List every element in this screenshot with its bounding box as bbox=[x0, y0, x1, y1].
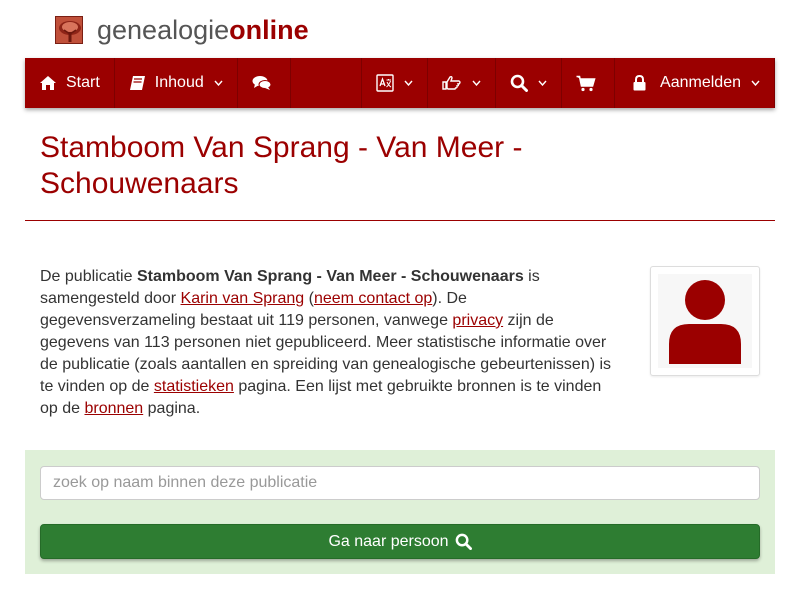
search-icon bbox=[510, 74, 529, 92]
language-icon bbox=[376, 74, 394, 92]
person-search-input[interactable] bbox=[40, 466, 760, 500]
nav-language[interactable] bbox=[361, 58, 429, 108]
lock-icon bbox=[633, 75, 646, 91]
title-divider bbox=[25, 220, 775, 221]
hand-point-icon bbox=[442, 75, 461, 90]
sources-link[interactable]: bronnen bbox=[84, 400, 143, 417]
search-icon bbox=[455, 533, 472, 550]
go-to-person-label: Ga naar persoon bbox=[328, 532, 449, 550]
nav-login-label: Aanmelden bbox=[660, 74, 741, 91]
nav-search[interactable] bbox=[496, 58, 563, 108]
comments-icon bbox=[252, 76, 272, 90]
chevron-down-icon bbox=[472, 80, 481, 86]
author-avatar bbox=[650, 266, 760, 376]
privacy-link[interactable]: privacy bbox=[452, 312, 503, 329]
publication-name: Stamboom Van Sprang - Van Meer - Schouwe… bbox=[136, 268, 524, 285]
go-to-person-button[interactable]: Ga naar persoon bbox=[40, 524, 760, 559]
brand-name-part2: online bbox=[229, 14, 309, 45]
nav-inhoud-label: Inhoud bbox=[154, 74, 204, 91]
desc-text: pagina. bbox=[143, 400, 201, 417]
book-icon bbox=[129, 76, 145, 90]
cart-icon bbox=[576, 75, 596, 91]
brand-name: genealogieonline bbox=[97, 15, 309, 46]
person-search-panel: Ga naar persoon bbox=[25, 450, 775, 574]
brand-name-part1: genealogie bbox=[97, 14, 230, 45]
avatar bbox=[658, 274, 752, 368]
desc-text: De publicatie bbox=[40, 268, 137, 285]
author-link[interactable]: Karin van Sprang bbox=[181, 290, 305, 307]
nav-suggest[interactable] bbox=[428, 58, 497, 108]
home-icon bbox=[40, 76, 56, 90]
chevron-down-icon bbox=[214, 80, 223, 86]
brand[interactable]: genealogieonline bbox=[55, 14, 309, 46]
chevron-down-icon bbox=[404, 80, 413, 86]
publication-description: De publicatie Stamboom Van Sprang - Van … bbox=[40, 266, 620, 420]
nav-start-label: Start bbox=[66, 74, 100, 91]
tree-icon bbox=[55, 16, 83, 44]
nav-cart[interactable] bbox=[562, 58, 616, 108]
contact-link[interactable]: neem contact op bbox=[314, 290, 432, 307]
chevron-down-icon bbox=[538, 80, 547, 86]
page-title: Stamboom Van Sprang - Van Meer - Schouwe… bbox=[40, 131, 523, 200]
nav-start[interactable]: Start bbox=[25, 58, 115, 108]
main-navbar: Start Inhoud Aanmelden bbox=[25, 58, 775, 108]
user-icon bbox=[669, 280, 741, 364]
desc-text: ( bbox=[304, 290, 314, 307]
nav-login[interactable]: Aanmelden bbox=[615, 58, 775, 108]
chevron-down-icon bbox=[751, 80, 760, 86]
nav-forum[interactable] bbox=[238, 58, 291, 108]
nav-inhoud[interactable]: Inhoud bbox=[115, 58, 238, 108]
statistics-link[interactable]: statistieken bbox=[154, 378, 234, 395]
